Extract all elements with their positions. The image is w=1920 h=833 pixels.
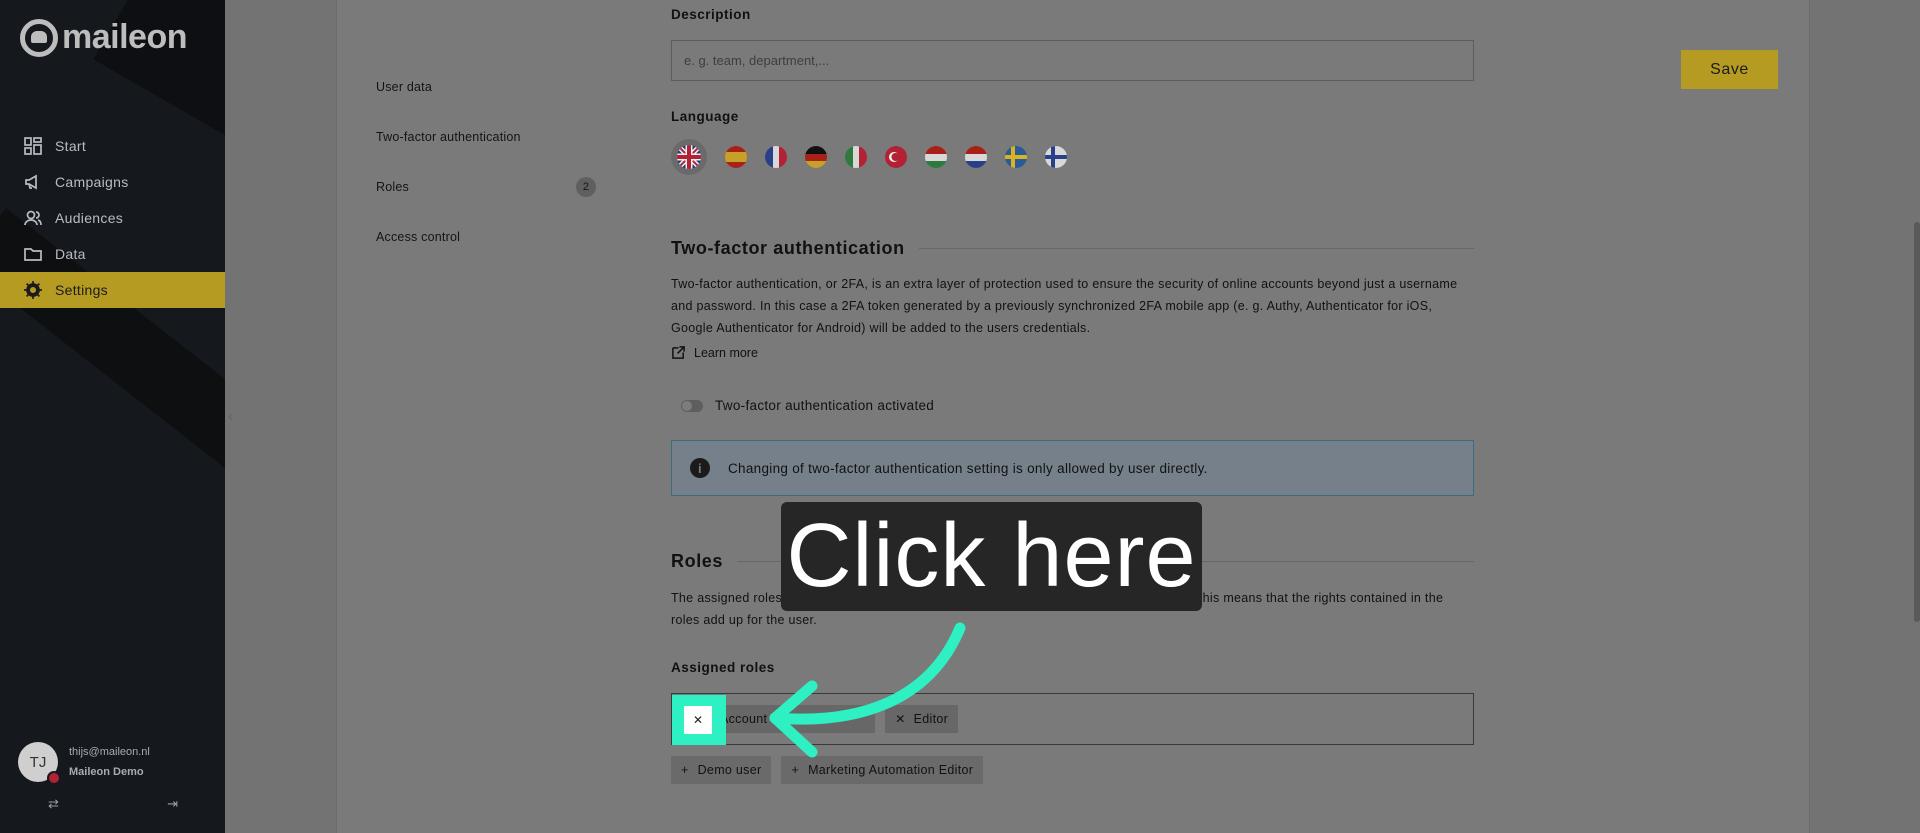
assigned-roles-field[interactable]: Account ✕ Editor	[671, 693, 1474, 745]
info-icon: i	[690, 458, 710, 478]
sidebar-item-audiences[interactable]: Audiences	[0, 200, 225, 236]
remove-role-account-button[interactable]: ✕	[684, 706, 712, 734]
add-role-demo-user[interactable]: + Demo user	[671, 756, 772, 784]
section-nav-label: User data	[376, 80, 432, 94]
flag-fr-icon[interactable]	[765, 146, 787, 168]
sidebar-item-settings[interactable]: Settings	[0, 272, 225, 308]
flag-nl-icon[interactable]	[965, 146, 987, 168]
learn-more-link[interactable]: Learn more	[671, 345, 758, 360]
role-chip-editor: ✕ Editor	[885, 705, 959, 733]
learn-more-label: Learn more	[694, 345, 758, 360]
two-factor-toggle-row: Two-factor authentication activated	[681, 398, 934, 413]
language-label: Language	[671, 109, 739, 124]
uk-flag-icon	[677, 145, 701, 169]
flag-fi-icon[interactable]	[1045, 146, 1067, 168]
section-nav-label: Two-factor authentication	[376, 130, 521, 144]
roles-count-badge: 2	[576, 177, 596, 197]
user-info: thijs@maileon.nl Maileon Demo	[69, 742, 150, 782]
sidebar-item-label: Audiences	[55, 210, 124, 226]
section-nav-item-user-data[interactable]: User data	[376, 62, 596, 112]
two-factor-toggle[interactable]	[681, 399, 703, 412]
sidebar-item-label: Settings	[55, 282, 108, 298]
gear-icon	[24, 281, 42, 299]
section-nav-item-access-control[interactable]: Access control	[376, 212, 596, 262]
two-factor-heading: Two-factor authentication	[671, 238, 905, 258]
sidebar-item-campaigns[interactable]: Campaigns	[0, 164, 225, 200]
two-factor-section-title: Two-factor authentication	[671, 238, 1474, 259]
logout-icon[interactable]: ⇥	[167, 796, 178, 812]
megaphone-icon	[25, 174, 37, 190]
switch-account-icon[interactable]: ⇄	[48, 796, 59, 812]
description-label: Description	[671, 7, 751, 22]
available-roles: + Demo user + Marketing Automation Edito…	[671, 756, 984, 784]
language-selector	[671, 139, 1067, 175]
role-chip-label: Editor	[913, 712, 949, 726]
section-nav: User data Two-factor authentication Role…	[376, 62, 596, 262]
language-flag-icon	[47, 771, 61, 785]
section-divider	[918, 248, 1474, 249]
sidebar-item-label: Campaigns	[55, 174, 129, 190]
role-chip-label: Account	[720, 712, 768, 726]
remove-role-icon[interactable]: ✕	[895, 712, 905, 726]
main-nav: Start Campaigns Audiences Data Settings	[0, 128, 225, 308]
folder-icon	[24, 248, 42, 261]
logo-text: maileon	[62, 18, 187, 56]
add-role-marketing-automation-editor[interactable]: + Marketing Automation Editor	[781, 756, 984, 784]
two-factor-toggle-label: Two-factor authentication activated	[715, 398, 935, 413]
info-message: i Changing of two-factor authentication …	[671, 440, 1474, 496]
flag-de-icon[interactable]	[805, 146, 827, 168]
flag-tr-icon[interactable]	[885, 146, 907, 168]
flag-hu-icon[interactable]	[925, 146, 947, 168]
dashboard-icon	[24, 137, 42, 155]
avatar: TJ	[18, 742, 61, 785]
app-logo[interactable]: maileon	[20, 18, 187, 57]
save-button[interactable]: Save	[1681, 50, 1778, 89]
description-input[interactable]	[671, 40, 1474, 81]
flag-es-icon[interactable]	[725, 146, 747, 168]
sidebar-item-start[interactable]: Start	[0, 128, 225, 164]
info-message-text: Changing of two-factor authentication se…	[728, 460, 1208, 476]
plus-icon: +	[791, 763, 800, 777]
section-nav-label: Roles	[376, 180, 409, 194]
flag-it-icon[interactable]	[845, 146, 867, 168]
plus-icon: +	[681, 763, 689, 777]
roles-heading: Roles	[671, 551, 724, 571]
add-role-label: Demo user	[697, 763, 762, 777]
external-link-icon	[672, 346, 685, 359]
section-nav-item-roles[interactable]: Roles 2	[376, 162, 596, 212]
user-email: thijs@maileon.nl	[69, 746, 150, 758]
account-name: Maileon Demo	[69, 766, 144, 778]
section-nav-label: Access control	[376, 230, 461, 244]
user-profile[interactable]: TJ thijs@maileon.nl Maileon Demo	[18, 742, 150, 785]
sidebar-item-label: Data	[55, 246, 86, 262]
sidebar: maileon Start Campaigns Audiences Data S…	[0, 0, 225, 833]
two-factor-description: Two-factor authentication, or 2FA, is an…	[671, 277, 1458, 335]
flag-gb-icon[interactable]	[671, 139, 707, 175]
add-role-label: Marketing Automation Editor	[808, 763, 974, 777]
section-nav-item-two-factor[interactable]: Two-factor authentication	[376, 112, 596, 162]
flag-se-icon[interactable]	[1005, 146, 1027, 168]
scrollbar[interactable]	[1914, 222, 1920, 622]
click-here-callout: Click here	[781, 502, 1202, 611]
logo-icon	[20, 18, 58, 57]
avatar-initials: TJ	[29, 753, 47, 771]
assigned-roles-label: Assigned roles	[671, 660, 775, 675]
users-icon	[24, 210, 42, 226]
sidebar-item-label: Start	[55, 138, 87, 154]
sidebar-item-data[interactable]: Data	[0, 236, 225, 272]
sidebar-footer: ⇄ ⇥	[48, 796, 178, 812]
collapse-sidebar-icon[interactable]: ‹	[228, 408, 233, 426]
